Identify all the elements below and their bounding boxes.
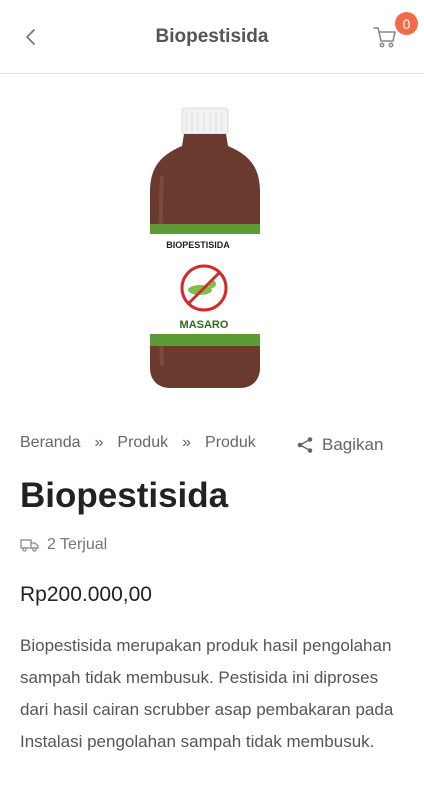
breadcrumb-produk[interactable]: Produk [117, 434, 168, 452]
breadcrumb-separator: » [94, 434, 104, 451]
product-description: Biopestisida merupakan produk hasil peng… [20, 636, 394, 751]
cart-count-badge: 0 [395, 12, 418, 35]
share-label: Bagikan [322, 435, 384, 454]
product-price: Rp200.000,00 [20, 583, 152, 606]
share-button[interactable]: Bagikan [296, 435, 383, 455]
bottle-label-title: BIOPESTISIDA [166, 240, 230, 250]
bottle-label-brand: MASARO [180, 319, 229, 331]
breadcrumb-separator: » [182, 434, 192, 451]
cart-icon [373, 27, 396, 48]
page-title: Biopestisida [155, 26, 269, 47]
app-header: Biopestisida 0 [0, 0, 424, 74]
sold-count: 2 Terjual [20, 536, 107, 554]
product-name: Biopestisida [20, 476, 229, 515]
sold-label: 2 Terjual [47, 536, 108, 553]
truck-icon [20, 539, 39, 552]
breadcrumb-home[interactable]: Beranda [20, 434, 81, 452]
breadcrumb: Beranda » Produk » Produk [20, 434, 256, 452]
share-icon [297, 437, 313, 453]
breadcrumb-produk-current[interactable]: Produk [205, 434, 256, 452]
product-image: BIOPESTISIDA MASARO [150, 107, 260, 388]
